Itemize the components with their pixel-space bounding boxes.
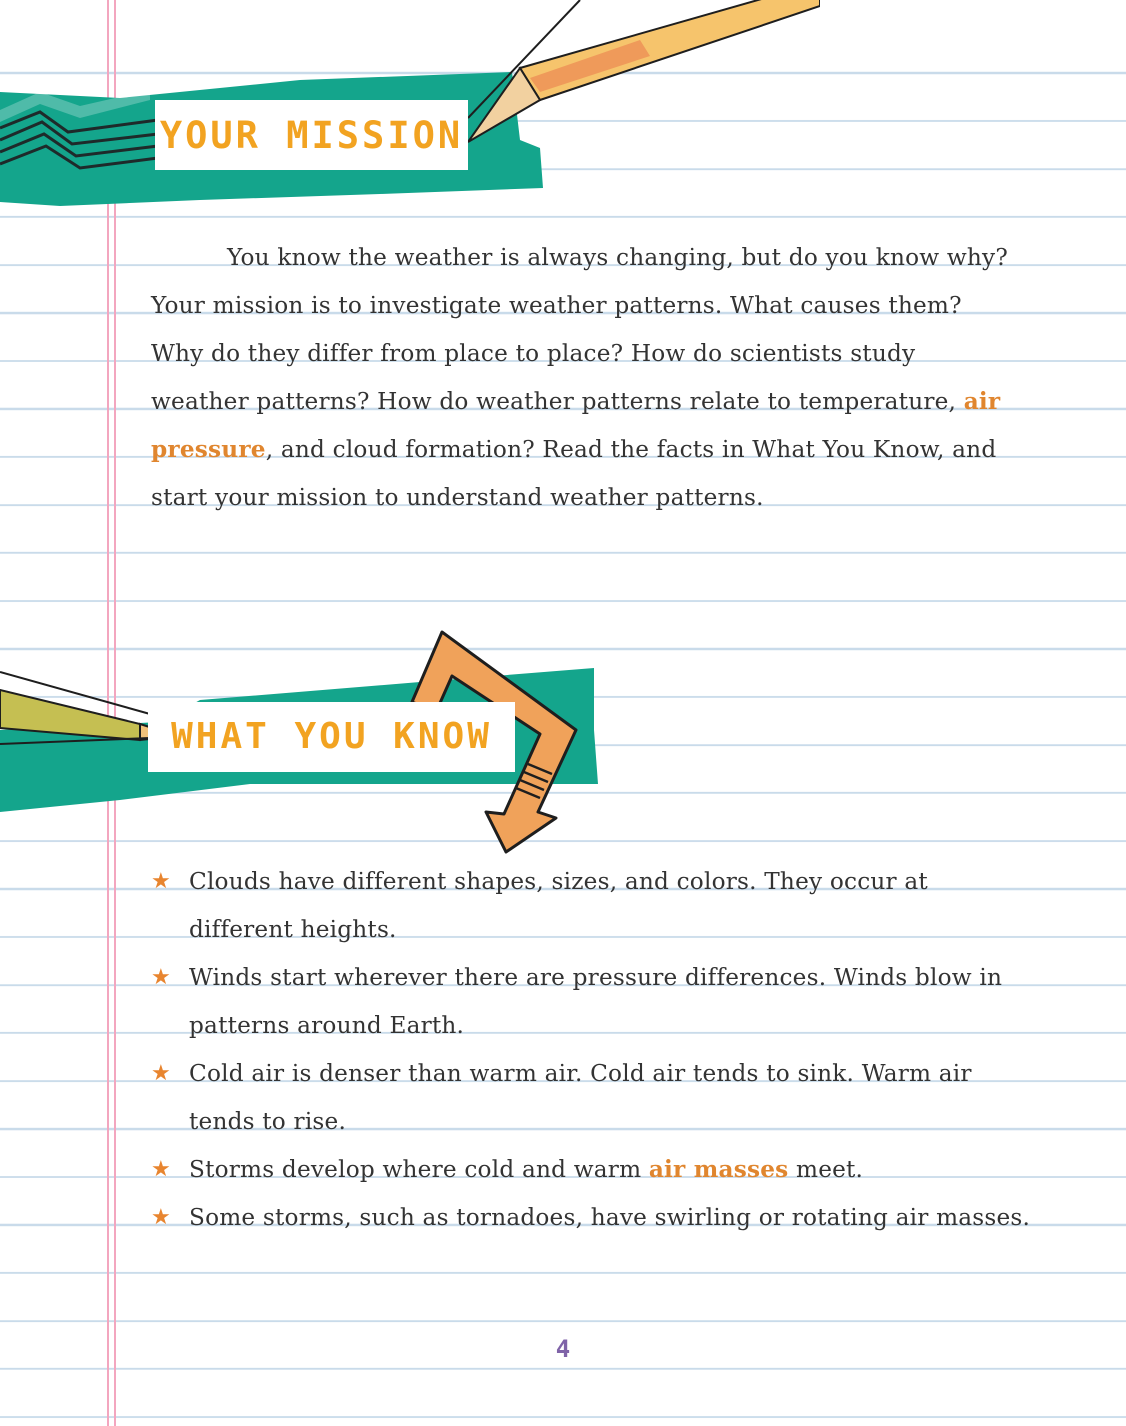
star-bullet-icon: ★ <box>151 1157 171 1182</box>
list-item: ★ Clouds have different shapes, sizes, an… <box>151 858 1031 954</box>
star-bullet-icon: ★ <box>151 869 171 894</box>
star-bullet-icon: ★ <box>151 965 171 990</box>
list-item: ★ Cold air is denser than warm air. Cold … <box>151 1050 1031 1146</box>
fact-text: Clouds have different shapes, sizes, and… <box>189 868 928 943</box>
know-heading: WHAT YOU KNOW <box>148 702 515 772</box>
facts-list: ★ Clouds have different shapes, sizes, an… <box>151 858 1031 1242</box>
fact-highlight-term: air masses <box>648 1156 789 1183</box>
list-item: ★ Storms develop where cold and warm air … <box>151 1146 1031 1194</box>
star-bullet-icon: ★ <box>151 1205 171 1230</box>
fact-text: Some storms, such as tornadoes, have swi… <box>189 1204 1031 1231</box>
star-bullet-icon: ★ <box>151 1061 171 1086</box>
page-number: 4 <box>555 1335 571 1363</box>
fact-text: Winds start wherever there are pressure … <box>189 964 1003 1039</box>
fact-text: Cold air is denser than warm air. Cold a… <box>189 1060 972 1135</box>
list-item: ★ Winds start wherever there are pressure… <box>151 954 1031 1050</box>
list-item: ★ Some storms, such as tornadoes, have sw… <box>151 1194 1031 1242</box>
fact-text-before: Storms develop where cold and warm <box>189 1156 649 1183</box>
fact-text-after: meet. <box>788 1156 864 1183</box>
